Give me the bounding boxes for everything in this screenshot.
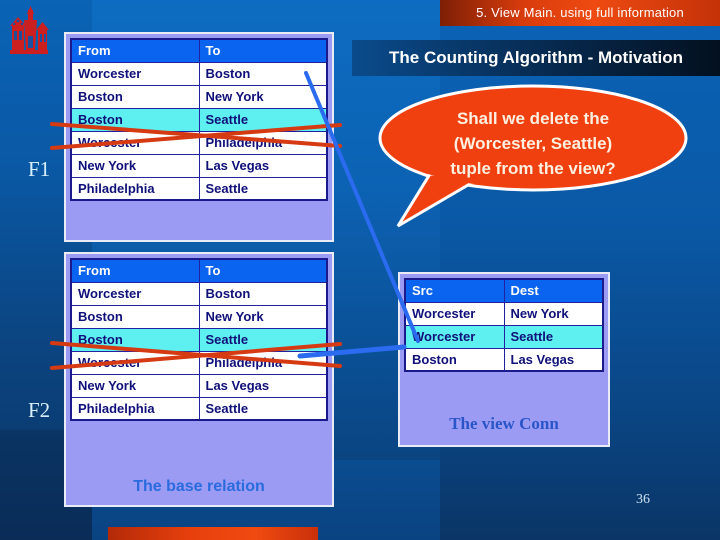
f2-table-body: Worcester Boston Boston New York Boston Sea…: [70, 281, 328, 421]
view-header-src: Src: [404, 278, 505, 303]
cell-to: Philadelphia: [198, 130, 328, 155]
cell-from: New York: [70, 373, 200, 398]
table-row: Philadelphia Seattle: [70, 396, 328, 421]
cell-from: Philadelphia: [70, 396, 200, 421]
table-row: Boston New York: [70, 84, 328, 109]
cell-to: Boston: [198, 281, 328, 306]
f2-label: F2: [28, 398, 51, 422]
callout-line-2: (Worcester, Seattle): [453, 134, 613, 153]
cell-to: Seattle: [198, 396, 328, 421]
cell-to: Seattle: [198, 107, 328, 132]
cell-src: Worcester: [404, 324, 505, 349]
view-table-body: Worcester New York Worcester Seattle Bosto…: [404, 301, 604, 372]
table-row: New York Las Vegas: [70, 373, 328, 398]
cell-from: Boston: [70, 304, 200, 329]
cell-to: Boston: [198, 61, 328, 86]
cell-from: Worcester: [70, 130, 200, 155]
table-header-row: From To: [70, 258, 328, 283]
cell-from: New York: [70, 153, 200, 178]
cell-src: Worcester: [404, 301, 505, 326]
cell-from: Philadelphia: [70, 176, 200, 201]
slide-title: The Counting Algorithm - Motivation: [352, 40, 720, 76]
view-conn-caption: The view Conn: [449, 414, 559, 433]
callout-line-1: Shall we delete the: [456, 109, 610, 128]
f2-header-to: To: [198, 258, 328, 283]
callout-line-3: tuple from the view?: [450, 159, 616, 178]
table-header-row: From To: [70, 38, 328, 63]
table-row: Worcester Philadelphia: [70, 130, 328, 155]
cell-to: Seattle: [198, 176, 328, 201]
cell-to: Las Vegas: [198, 373, 328, 398]
f2-relation-table: From To Worcester Boston Boston New York B…: [70, 258, 328, 421]
cell-src: Boston: [404, 347, 505, 372]
table-row: Worcester Boston: [70, 61, 328, 86]
cell-from: Boston: [70, 327, 200, 352]
slide-canvas: 5. View Main. using full information The…: [0, 0, 720, 540]
university-castle-logo: [10, 6, 49, 54]
table-row: Worcester Boston: [70, 281, 328, 306]
base-relation-caption: The base relation: [133, 478, 265, 495]
cell-to: New York: [198, 84, 328, 109]
f1-header-to: To: [198, 38, 328, 63]
callout-bubble: Shall we delete the (Worcester, Seattle)…: [368, 78, 698, 238]
bottom-accent-bar: [108, 527, 318, 540]
cell-dest: New York: [503, 301, 604, 326]
f1-relation-table: From To Worcester Boston Boston New York B…: [70, 38, 328, 201]
cell-to: Seattle: [198, 327, 328, 352]
cell-from: Boston: [70, 84, 200, 109]
cell-to: New York: [198, 304, 328, 329]
table-row-highlighted: Worcester Seattle: [404, 324, 604, 349]
table-row: Worcester New York: [404, 301, 604, 326]
f1-label: F1: [28, 157, 51, 181]
callout-bubble-text: Shall we delete the (Worcester, Seattle)…: [408, 106, 658, 181]
cell-from: Worcester: [70, 350, 200, 375]
cell-from: Worcester: [70, 281, 200, 306]
table-row: New York Las Vegas: [70, 153, 328, 178]
table-row: Philadelphia Seattle: [70, 176, 328, 201]
cell-from: Boston: [70, 107, 200, 132]
cell-to: Las Vegas: [198, 153, 328, 178]
cell-dest: Seattle: [503, 324, 604, 349]
view-header-dest: Dest: [503, 278, 604, 303]
f1-header-from: From: [70, 38, 200, 63]
page-number: 36: [636, 492, 650, 507]
table-row: Boston Las Vegas: [404, 347, 604, 372]
table-row-highlighted: Boston Seattle: [70, 107, 328, 132]
table-row: Worcester Philadelphia: [70, 350, 328, 375]
view-conn-table: Src Dest Worcester New York Worcester Seat…: [404, 278, 604, 372]
cell-dest: Las Vegas: [503, 347, 604, 372]
table-row-highlighted: Boston Seattle: [70, 327, 328, 352]
f1-table-body: Worcester Boston Boston New York Boston Sea…: [70, 61, 328, 201]
cell-to: Philadelphia: [198, 350, 328, 375]
table-header-row: Src Dest: [404, 278, 604, 303]
slide-section-banner: 5. View Main. using full information: [440, 0, 720, 26]
table-row: Boston New York: [70, 304, 328, 329]
f2-header-from: From: [70, 258, 200, 283]
cell-from: Worcester: [70, 61, 200, 86]
